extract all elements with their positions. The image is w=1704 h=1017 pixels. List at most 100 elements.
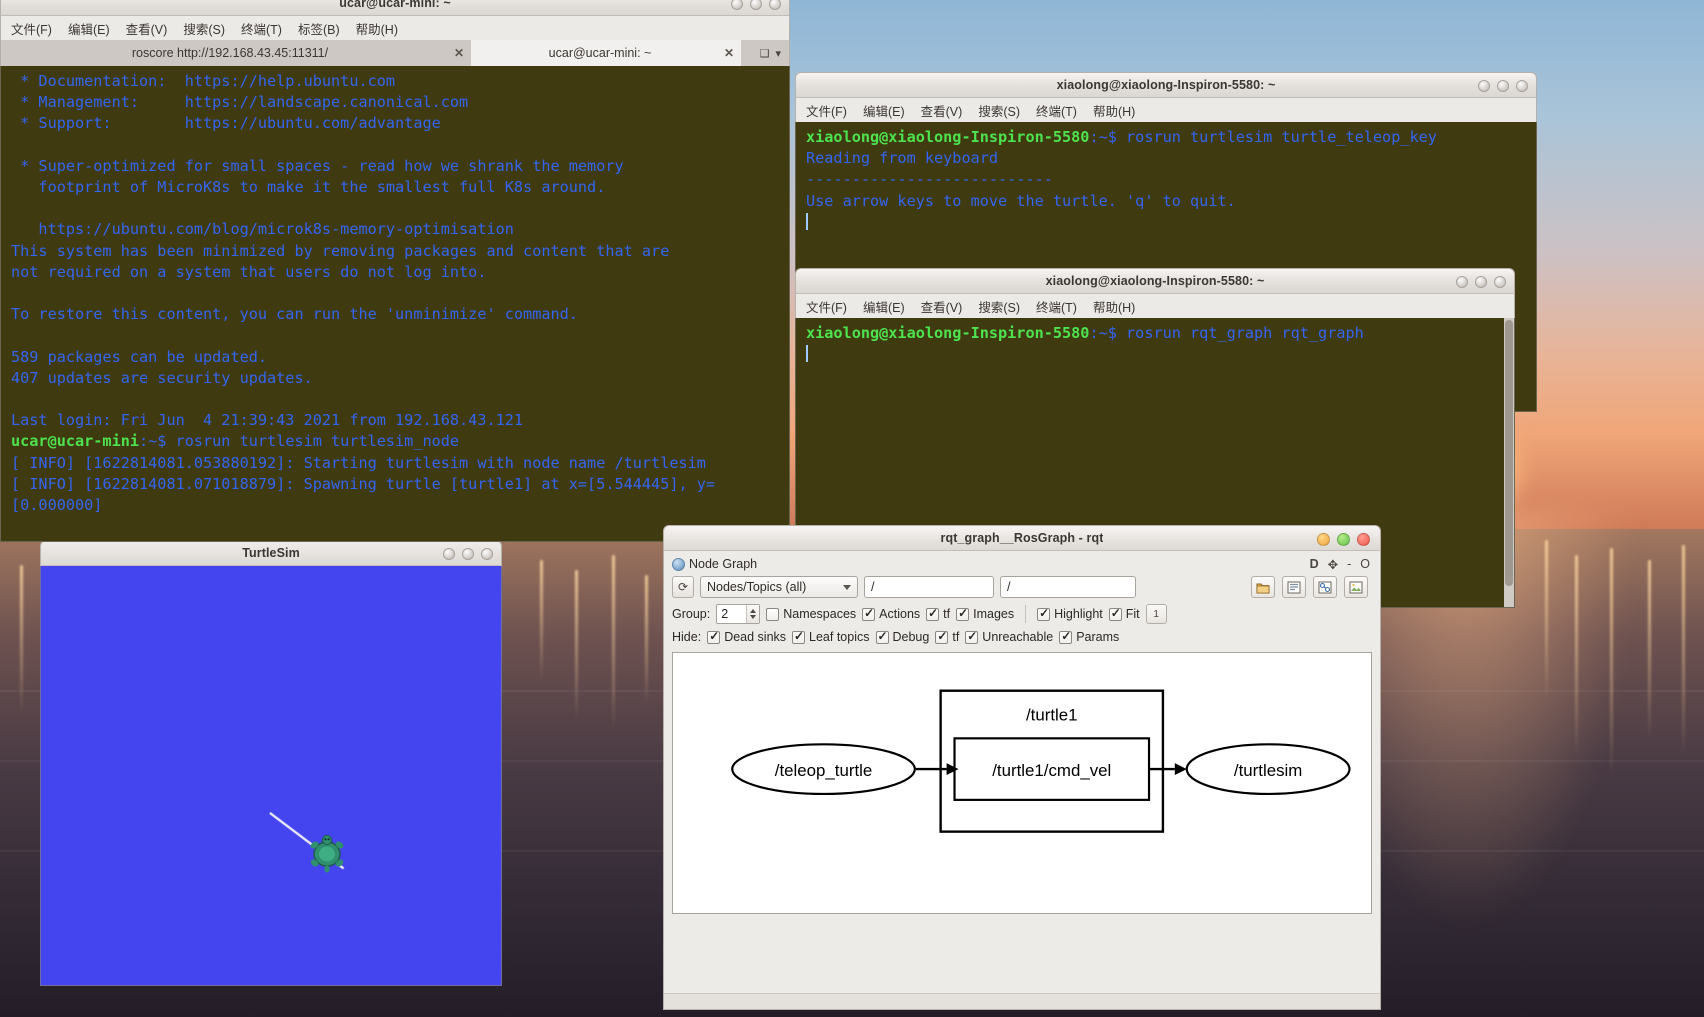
spinner-up-icon[interactable]	[750, 609, 756, 613]
teleop-menubar[interactable]: 文件(F) 编辑(E) 查看(V) 搜索(S) 终端(T) 帮助(H)	[795, 98, 1537, 122]
graph-scope-combo[interactable]: Nodes/Topics (all)	[700, 576, 858, 598]
close-icon[interactable]	[1516, 80, 1528, 92]
teleop-titlebar[interactable]: xiaolong@xiaolong-Inspiron-5580: ~	[795, 72, 1537, 98]
menu-search[interactable]: 搜索(S)	[978, 297, 1020, 316]
checkbox-box[interactable]	[1109, 608, 1122, 621]
ucar-window-buttons[interactable]	[731, 0, 781, 17]
save-as-dot-icon[interactable]	[1282, 576, 1306, 598]
minimize-icon[interactable]	[1317, 533, 1330, 546]
tab-close-icon[interactable]: ✕	[454, 46, 464, 60]
close-panel-icon[interactable]: O	[1360, 557, 1370, 571]
settings-icon[interactable]: ✥	[1328, 557, 1338, 572]
spinner-arrows[interactable]	[746, 605, 759, 623]
rqt-term-titlebar[interactable]: xiaolong@xiaolong-Inspiron-5580: ~	[795, 268, 1515, 294]
chevron-down-icon[interactable]	[843, 585, 851, 590]
checkbox-box[interactable]	[876, 631, 889, 644]
chevron-down-icon[interactable]: ▾	[775, 47, 781, 60]
maximize-icon[interactable]	[462, 548, 474, 560]
maximize-icon[interactable]	[1337, 533, 1350, 546]
ucar-titlebar[interactable]: ucar@ucar-mini: ~	[0, 0, 790, 16]
menu-edit[interactable]: 编辑(E)	[68, 19, 110, 38]
menu-terminal[interactable]: 终端(T)	[1036, 297, 1077, 316]
menu-tabs[interactable]: 标签(B)	[298, 19, 340, 38]
maximize-icon[interactable]	[750, 0, 762, 10]
menu-search[interactable]: 搜索(S)	[978, 101, 1020, 120]
save-image-icon[interactable]	[1344, 576, 1368, 598]
turtlesim-window[interactable]: TurtleSim	[40, 540, 502, 986]
ros-node-graph-canvas[interactable]: /turtle1 /turtle1/cmd_vel /teleop_turtle…	[672, 652, 1372, 914]
ucar-terminal-output[interactable]: * Documentation: https://help.ubuntu.com…	[0, 66, 790, 542]
close-icon[interactable]	[1357, 533, 1370, 546]
new-tab-icon[interactable]: ❑	[760, 47, 770, 60]
menu-view[interactable]: 查看(V)	[921, 101, 963, 120]
checkbox-box[interactable]	[707, 631, 720, 644]
maximize-icon[interactable]	[1475, 276, 1487, 288]
menu-file[interactable]: 文件(F)	[11, 19, 52, 38]
rqt-toolbar[interactable]	[1251, 576, 1372, 598]
scrollbar-thumb[interactable]	[1505, 320, 1513, 586]
spinner-down-icon[interactable]	[750, 615, 756, 619]
rqt-term-window-buttons[interactable]	[1456, 269, 1506, 295]
checkbox-leaf-topics[interactable]: Leaf topics	[792, 630, 869, 644]
group-spinner[interactable]: 2	[716, 604, 760, 624]
tab-roscore[interactable]: roscore http://192.168.43.45:11311/ ✕	[1, 40, 471, 66]
save-as-svg-icon[interactable]	[1313, 576, 1337, 598]
dock-icon[interactable]: D	[1310, 557, 1319, 571]
ucar-terminal-window[interactable]: ucar@ucar-mini: ~ 文件(F) 编辑(E) 查看(V) 搜索(S…	[0, 0, 790, 542]
checkbox-box[interactable]	[956, 608, 969, 621]
panel-header-buttons[interactable]: D ✥ - O	[1310, 557, 1372, 572]
rqt-window-buttons[interactable]	[1317, 526, 1370, 552]
checkbox-box[interactable]	[926, 608, 939, 621]
menu-edit[interactable]: 编辑(E)	[863, 297, 905, 316]
checkbox-tf[interactable]: tf	[926, 607, 950, 621]
menu-help[interactable]: 帮助(H)	[1093, 297, 1135, 316]
ucar-menubar[interactable]: 文件(F) 编辑(E) 查看(V) 搜索(S) 终端(T) 标签(B) 帮助(H…	[0, 16, 790, 40]
checkbox-unreachable[interactable]: Unreachable	[965, 630, 1053, 644]
terminal-scrollbar[interactable]	[1504, 318, 1514, 607]
checkbox-box[interactable]	[1037, 608, 1050, 621]
rqt-graph-window[interactable]: rqt_graph__RosGraph - rqt Node Graph D ✥…	[663, 525, 1381, 1010]
minimize-icon[interactable]	[443, 548, 455, 560]
menu-search[interactable]: 搜索(S)	[183, 19, 225, 38]
rqt-hide-row[interactable]: Hide: Dead sinks Leaf topics Debug tf Un…	[664, 627, 1380, 647]
topic-filter-input[interactable]: /	[864, 576, 994, 598]
maximize-icon[interactable]	[1497, 80, 1509, 92]
rqt-term-menubar[interactable]: 文件(F) 编辑(E) 查看(V) 搜索(S) 终端(T) 帮助(H)	[795, 294, 1515, 318]
minimize-icon[interactable]	[1478, 80, 1490, 92]
node-filter-input[interactable]: /	[1000, 576, 1136, 598]
checkbox-box[interactable]	[1059, 631, 1072, 644]
checkbox-images[interactable]: Images	[956, 607, 1014, 621]
menu-edit[interactable]: 编辑(E)	[863, 101, 905, 120]
menu-help[interactable]: 帮助(H)	[1093, 101, 1135, 120]
checkbox-box[interactable]	[766, 608, 779, 621]
minimize-panel-icon[interactable]: -	[1347, 557, 1351, 571]
checkbox-dead-sinks[interactable]: Dead sinks	[707, 630, 786, 644]
rqt-options-row[interactable]: Group: 2 Namespaces Actions tf Images	[664, 601, 1380, 627]
checkbox-box[interactable]	[862, 608, 875, 621]
menu-view[interactable]: 查看(V)	[126, 19, 168, 38]
checkbox-box[interactable]	[965, 631, 978, 644]
tab-ucar-shell[interactable]: ucar@ucar-mini: ~ ✕	[471, 40, 741, 66]
menu-help[interactable]: 帮助(H)	[356, 19, 398, 38]
close-icon[interactable]	[1494, 276, 1506, 288]
minimize-icon[interactable]	[1456, 276, 1468, 288]
menu-file[interactable]: 文件(F)	[806, 101, 847, 120]
tab-close-icon[interactable]: ✕	[724, 46, 734, 60]
checkbox-actions[interactable]: Actions	[862, 607, 920, 621]
checkbox-debug[interactable]: Debug	[876, 630, 930, 644]
close-icon[interactable]	[769, 0, 781, 10]
checkbox-box[interactable]	[935, 631, 948, 644]
checkbox-fit[interactable]: Fit	[1109, 607, 1140, 621]
fit-in-view-button[interactable]: 1	[1146, 604, 1167, 624]
teleop-window-buttons[interactable]	[1478, 73, 1528, 99]
checkbox-namespaces[interactable]: Namespaces	[766, 607, 856, 621]
turtlesim-window-buttons[interactable]	[443, 541, 493, 567]
rqt-filter-row[interactable]: ⟳ Nodes/Topics (all) / /	[664, 573, 1380, 601]
menu-file[interactable]: 文件(F)	[806, 297, 847, 316]
rqt-titlebar[interactable]: rqt_graph__RosGraph - rqt	[663, 525, 1381, 551]
ucar-tabbar[interactable]: roscore http://192.168.43.45:11311/ ✕ uc…	[0, 40, 790, 66]
checkbox-highlight[interactable]: Highlight	[1037, 607, 1103, 621]
close-icon[interactable]	[481, 548, 493, 560]
checkbox-box[interactable]	[792, 631, 805, 644]
menu-view[interactable]: 查看(V)	[921, 297, 963, 316]
